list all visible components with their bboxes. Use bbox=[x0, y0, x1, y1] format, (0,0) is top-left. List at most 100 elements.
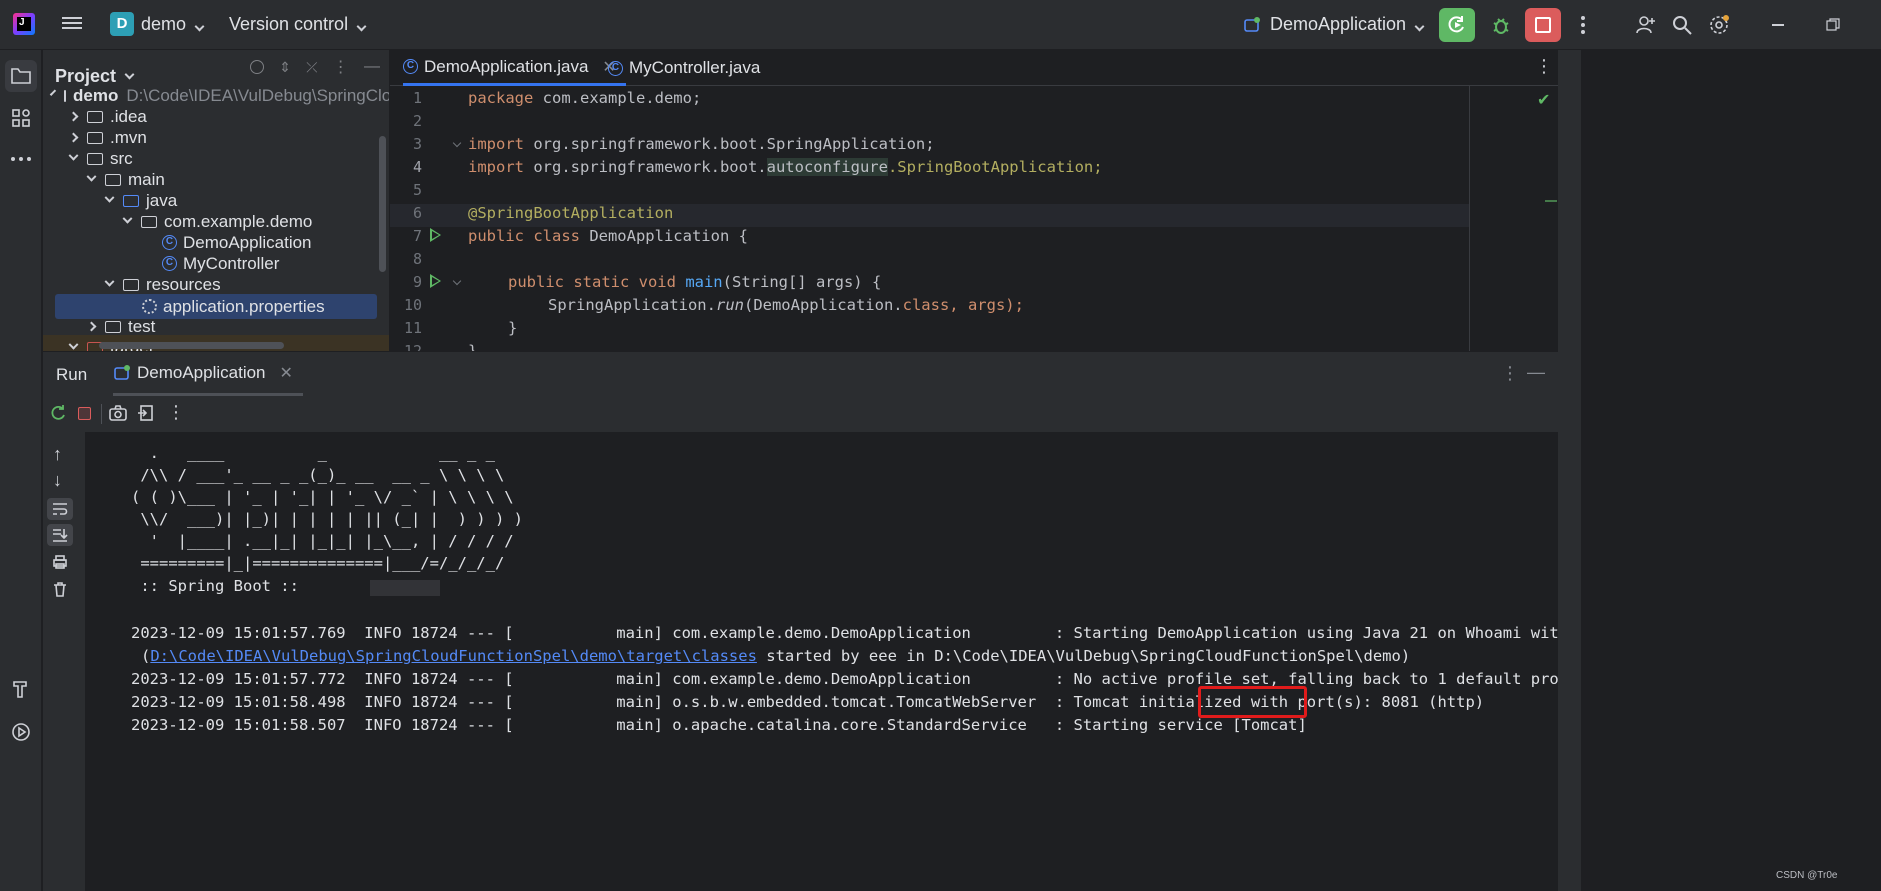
code-line-10[interactable]: SpringApplication.run(DemoApplication.cl… bbox=[468, 296, 1024, 314]
no-problems-check-icon[interactable]: ✔ bbox=[1537, 90, 1550, 110]
classpath-link[interactable]: D:\Code\IDEA\VulDebug\SpringCloudFunctio… bbox=[150, 647, 757, 665]
tab-mycontroller-java[interactable]: C MyController.java bbox=[608, 50, 760, 86]
close-icon[interactable]: ✕ bbox=[280, 363, 293, 383]
tree-item-label: src bbox=[110, 148, 133, 168]
search-icon[interactable] bbox=[1669, 12, 1695, 38]
run-tab-label: DemoApplication bbox=[137, 362, 266, 382]
minimize-icon[interactable] bbox=[1765, 12, 1791, 38]
settings-gear-icon[interactable] bbox=[1706, 12, 1732, 38]
tab-options-icon[interactable]: ⋮ bbox=[1535, 56, 1553, 77]
more-actions-icon[interactable] bbox=[1575, 12, 1591, 38]
code-line-1[interactable]: package com.example.demo; bbox=[468, 89, 701, 107]
fold-icon[interactable] bbox=[452, 276, 462, 286]
rerun-icon[interactable] bbox=[49, 404, 67, 427]
folder-icon bbox=[87, 131, 103, 144]
code-editor: C DemoApplication.java ✕ C MyController.… bbox=[389, 50, 1558, 351]
code-line-9[interactable]: public static void main(String[] args) { bbox=[468, 273, 881, 291]
log-line: 2023-12-09 15:01:57.769 INFO 18724 --- [… bbox=[131, 624, 1558, 642]
run-gutter-icon[interactable] bbox=[430, 228, 441, 242]
chevron-down-icon bbox=[356, 21, 367, 32]
print-icon[interactable] bbox=[52, 554, 68, 575]
soft-wrap-toggle[interactable] bbox=[47, 498, 73, 520]
chevron-right-icon bbox=[68, 111, 79, 122]
toolbar-separator bbox=[101, 404, 102, 424]
tab-demoapplication-java[interactable]: C DemoApplication.java ✕ bbox=[403, 50, 626, 86]
line-number: 1 bbox=[412, 89, 422, 107]
vertical-scrollbar[interactable] bbox=[379, 136, 386, 272]
run-toolbar: ⋮ bbox=[43, 396, 1558, 432]
console-output[interactable]: . ____ _ __ _ _ /\\ / ___'_ __ _ _(_)_ _… bbox=[85, 432, 1558, 891]
run-config-selector[interactable]: DemoApplication bbox=[1270, 14, 1425, 35]
project-badge[interactable]: D bbox=[110, 12, 134, 36]
structure-tool-button[interactable] bbox=[5, 102, 37, 134]
code-line-4[interactable]: import org.springframework.boot.autoconf… bbox=[468, 158, 1103, 176]
horizontal-scrollbar[interactable] bbox=[99, 342, 284, 349]
build-tool-button[interactable] bbox=[5, 673, 37, 705]
fold-icon[interactable] bbox=[452, 138, 462, 148]
arrow-up-icon[interactable]: ↑ bbox=[53, 444, 62, 465]
options-icon[interactable]: ⋮ bbox=[333, 57, 349, 77]
code-line-11[interactable]: } bbox=[468, 319, 517, 337]
tree-item-label: .idea bbox=[110, 106, 147, 126]
banner-line: ' |____| .__|_| |_|_| |_\__, | / / / / bbox=[131, 532, 514, 550]
restore-window-icon[interactable] bbox=[1820, 12, 1846, 38]
banner-line: /\\ / ___'_ __ _ _(_)_ __ __ _ \ \ \ \ bbox=[131, 466, 505, 484]
folder-icon bbox=[87, 152, 103, 165]
run-options-icon[interactable]: ⋮ bbox=[1501, 363, 1519, 384]
line-number: 11 bbox=[403, 319, 422, 337]
version-control-menu[interactable]: Version control bbox=[229, 14, 367, 35]
arrow-down-icon[interactable]: ↓ bbox=[53, 470, 62, 491]
hide-run-panel-icon[interactable]: — bbox=[1527, 362, 1545, 383]
more-icon[interactable]: ⋮ bbox=[167, 402, 185, 423]
right-tool-strip bbox=[1558, 50, 1581, 891]
scroll-to-end-toggle[interactable] bbox=[47, 524, 73, 546]
debug-button[interactable] bbox=[1488, 12, 1514, 38]
main-menu-icon[interactable] bbox=[62, 14, 82, 32]
add-user-icon[interactable] bbox=[1633, 12, 1659, 38]
restore-layout-icon[interactable] bbox=[136, 404, 154, 427]
trash-icon[interactable] bbox=[52, 581, 68, 602]
locate-icon[interactable] bbox=[250, 60, 264, 74]
tree-item-path: D:\Code\IDEA\VulDebug\SpringCloudFu bbox=[126, 85, 389, 105]
more-tools-button[interactable] bbox=[5, 143, 37, 175]
project-selector[interactable]: demo bbox=[141, 14, 205, 35]
rerun-button[interactable] bbox=[1439, 8, 1475, 42]
code-line-12[interactable]: } bbox=[468, 342, 477, 351]
code-line-7[interactable]: public class DemoApplication { bbox=[468, 227, 748, 245]
services-tool-button[interactable] bbox=[5, 716, 37, 748]
banner-line: ( ( )\___ | '_ | '_| | '_ \/ _` | \ \ \ … bbox=[131, 488, 514, 506]
run-gutter-icon[interactable] bbox=[430, 274, 441, 288]
hide-panel-icon[interactable]: — bbox=[364, 58, 380, 76]
intellij-logo-icon[interactable]: J bbox=[13, 13, 35, 35]
stop-icon bbox=[1535, 17, 1551, 33]
wrap-icon bbox=[53, 503, 68, 515]
banner-line: =========|_|==============|___/=/_/_/_/ bbox=[131, 554, 505, 572]
camera-icon[interactable] bbox=[108, 404, 128, 427]
run-tab-demoapplication[interactable]: DemoApplication ✕ bbox=[113, 352, 303, 396]
log-line: 2023-12-09 15:01:58.507 INFO 18724 --- [… bbox=[131, 716, 1307, 734]
collapse-all-icon[interactable]: ⤫ bbox=[306, 59, 317, 76]
watermark: CSDN @Tr0e bbox=[1776, 870, 1838, 881]
change-marker bbox=[1545, 200, 1557, 202]
highlight-box bbox=[1198, 686, 1307, 718]
more-horizontal-icon bbox=[11, 157, 31, 161]
tree-item-label: main bbox=[128, 169, 165, 189]
rerun-icon bbox=[1448, 16, 1464, 33]
editor-gutter: 1 2 3 4 5 6 7 8 9 10 11 12 bbox=[390, 86, 468, 351]
stop-button[interactable] bbox=[1525, 8, 1561, 42]
project-tool-button[interactable] bbox=[5, 60, 37, 92]
chevron-right-icon bbox=[86, 321, 97, 332]
code-line-6[interactable]: @SpringBootApplication bbox=[468, 204, 673, 222]
chevron-right-icon bbox=[68, 132, 79, 143]
run-panel-header: Run DemoApplication ✕ ⋮ — bbox=[43, 352, 1558, 396]
source-folder-icon bbox=[123, 194, 139, 207]
stop-icon[interactable] bbox=[78, 407, 91, 420]
chevron-down-icon bbox=[122, 213, 133, 224]
project-name: demo bbox=[141, 14, 187, 34]
version-control-label: Version control bbox=[229, 14, 349, 34]
expand-all-icon[interactable]: ⇕ bbox=[279, 59, 291, 76]
code-line-3[interactable]: import org.springframework.boot.SpringAp… bbox=[468, 135, 935, 153]
right-margin-guide bbox=[1469, 86, 1470, 351]
tree-item-label: resources bbox=[146, 274, 221, 294]
chevron-down-icon bbox=[86, 171, 97, 182]
